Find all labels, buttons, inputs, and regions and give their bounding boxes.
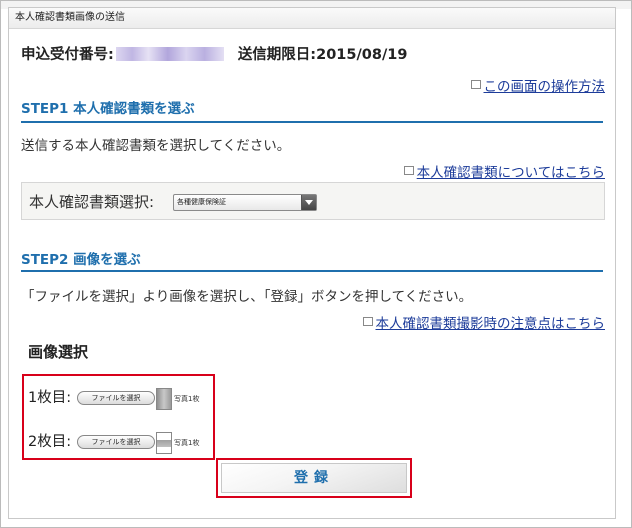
document-select[interactable]: 各種健康保険証	[173, 194, 317, 211]
deadline-text: 送信期限日:2015/08/19	[237, 47, 408, 63]
row1-caption: 写真1枚	[174, 395, 200, 403]
row2-label: 2枚目:	[28, 434, 72, 450]
panel-title: 本人確認書類画像の送信	[9, 8, 615, 29]
external-link-icon	[362, 317, 373, 326]
dropdown-arrow-icon[interactable]	[301, 195, 316, 210]
redacted-number	[115, 47, 224, 61]
about-docs-link-text[interactable]: 本人確認書類についてはこちら	[417, 165, 605, 181]
row2-file-button[interactable]: ファイルを選択	[77, 435, 155, 449]
row1-thumbnail	[156, 388, 172, 410]
register-highlight: 登録	[216, 458, 412, 498]
row2-thumbnail	[156, 432, 172, 454]
register-button[interactable]: 登録	[221, 463, 407, 493]
document-select-box: 本人確認書類選択: 各種健康保険証	[21, 182, 605, 220]
row1-file-button[interactable]: ファイルを選択	[77, 391, 155, 405]
receipt-number-label: 申込受付番号:	[21, 47, 114, 63]
document-select-value: 各種健康保険証	[177, 198, 226, 206]
step2-heading: STEP2 画像を選ぶ	[21, 252, 141, 268]
row1-label: 1枚目:	[28, 390, 72, 406]
row2-caption: 写真1枚	[174, 439, 200, 447]
operation-link[interactable]: この画面の操作方法	[470, 75, 606, 95]
step1-rule	[21, 121, 603, 123]
page-frame: 本人確認書類画像の送信 申込受付番号: 送信期限日:2015/08/19 この画面…	[0, 0, 632, 528]
step1-heading: STEP1 本人確認書類を選ぶ	[21, 101, 195, 117]
about-docs-link[interactable]: 本人確認書類についてはこちら	[403, 161, 605, 181]
step1-description: 送信する本人確認書類を選択してください。	[21, 138, 291, 154]
document-select-label: 本人確認書類選択:	[29, 193, 155, 211]
receipt-line: 申込受付番号: 送信期限日:2015/08/19	[21, 43, 407, 64]
photo-notes-link[interactable]: 本人確認書類撮影時の注意点はこちら	[362, 312, 606, 332]
photo-notes-link-text[interactable]: 本人確認書類撮影時の注意点はこちら	[376, 316, 606, 332]
step2-rule	[21, 270, 603, 272]
image-select-title: 画像選択	[28, 343, 89, 361]
image-upload-group: 1枚目: ファイルを選択 写真1枚 2枚目: ファイルを選択 写真1枚	[22, 374, 215, 460]
external-link-icon	[403, 166, 414, 175]
external-link-icon	[470, 80, 481, 89]
step2-description: 「ファイルを選択」より画像を選択し、「登録」ボタンを押してください。	[21, 289, 473, 305]
operation-link-text[interactable]: この画面の操作方法	[484, 79, 606, 95]
main-panel: 本人確認書類画像の送信 申込受付番号: 送信期限日:2015/08/19 この画面…	[8, 7, 616, 519]
